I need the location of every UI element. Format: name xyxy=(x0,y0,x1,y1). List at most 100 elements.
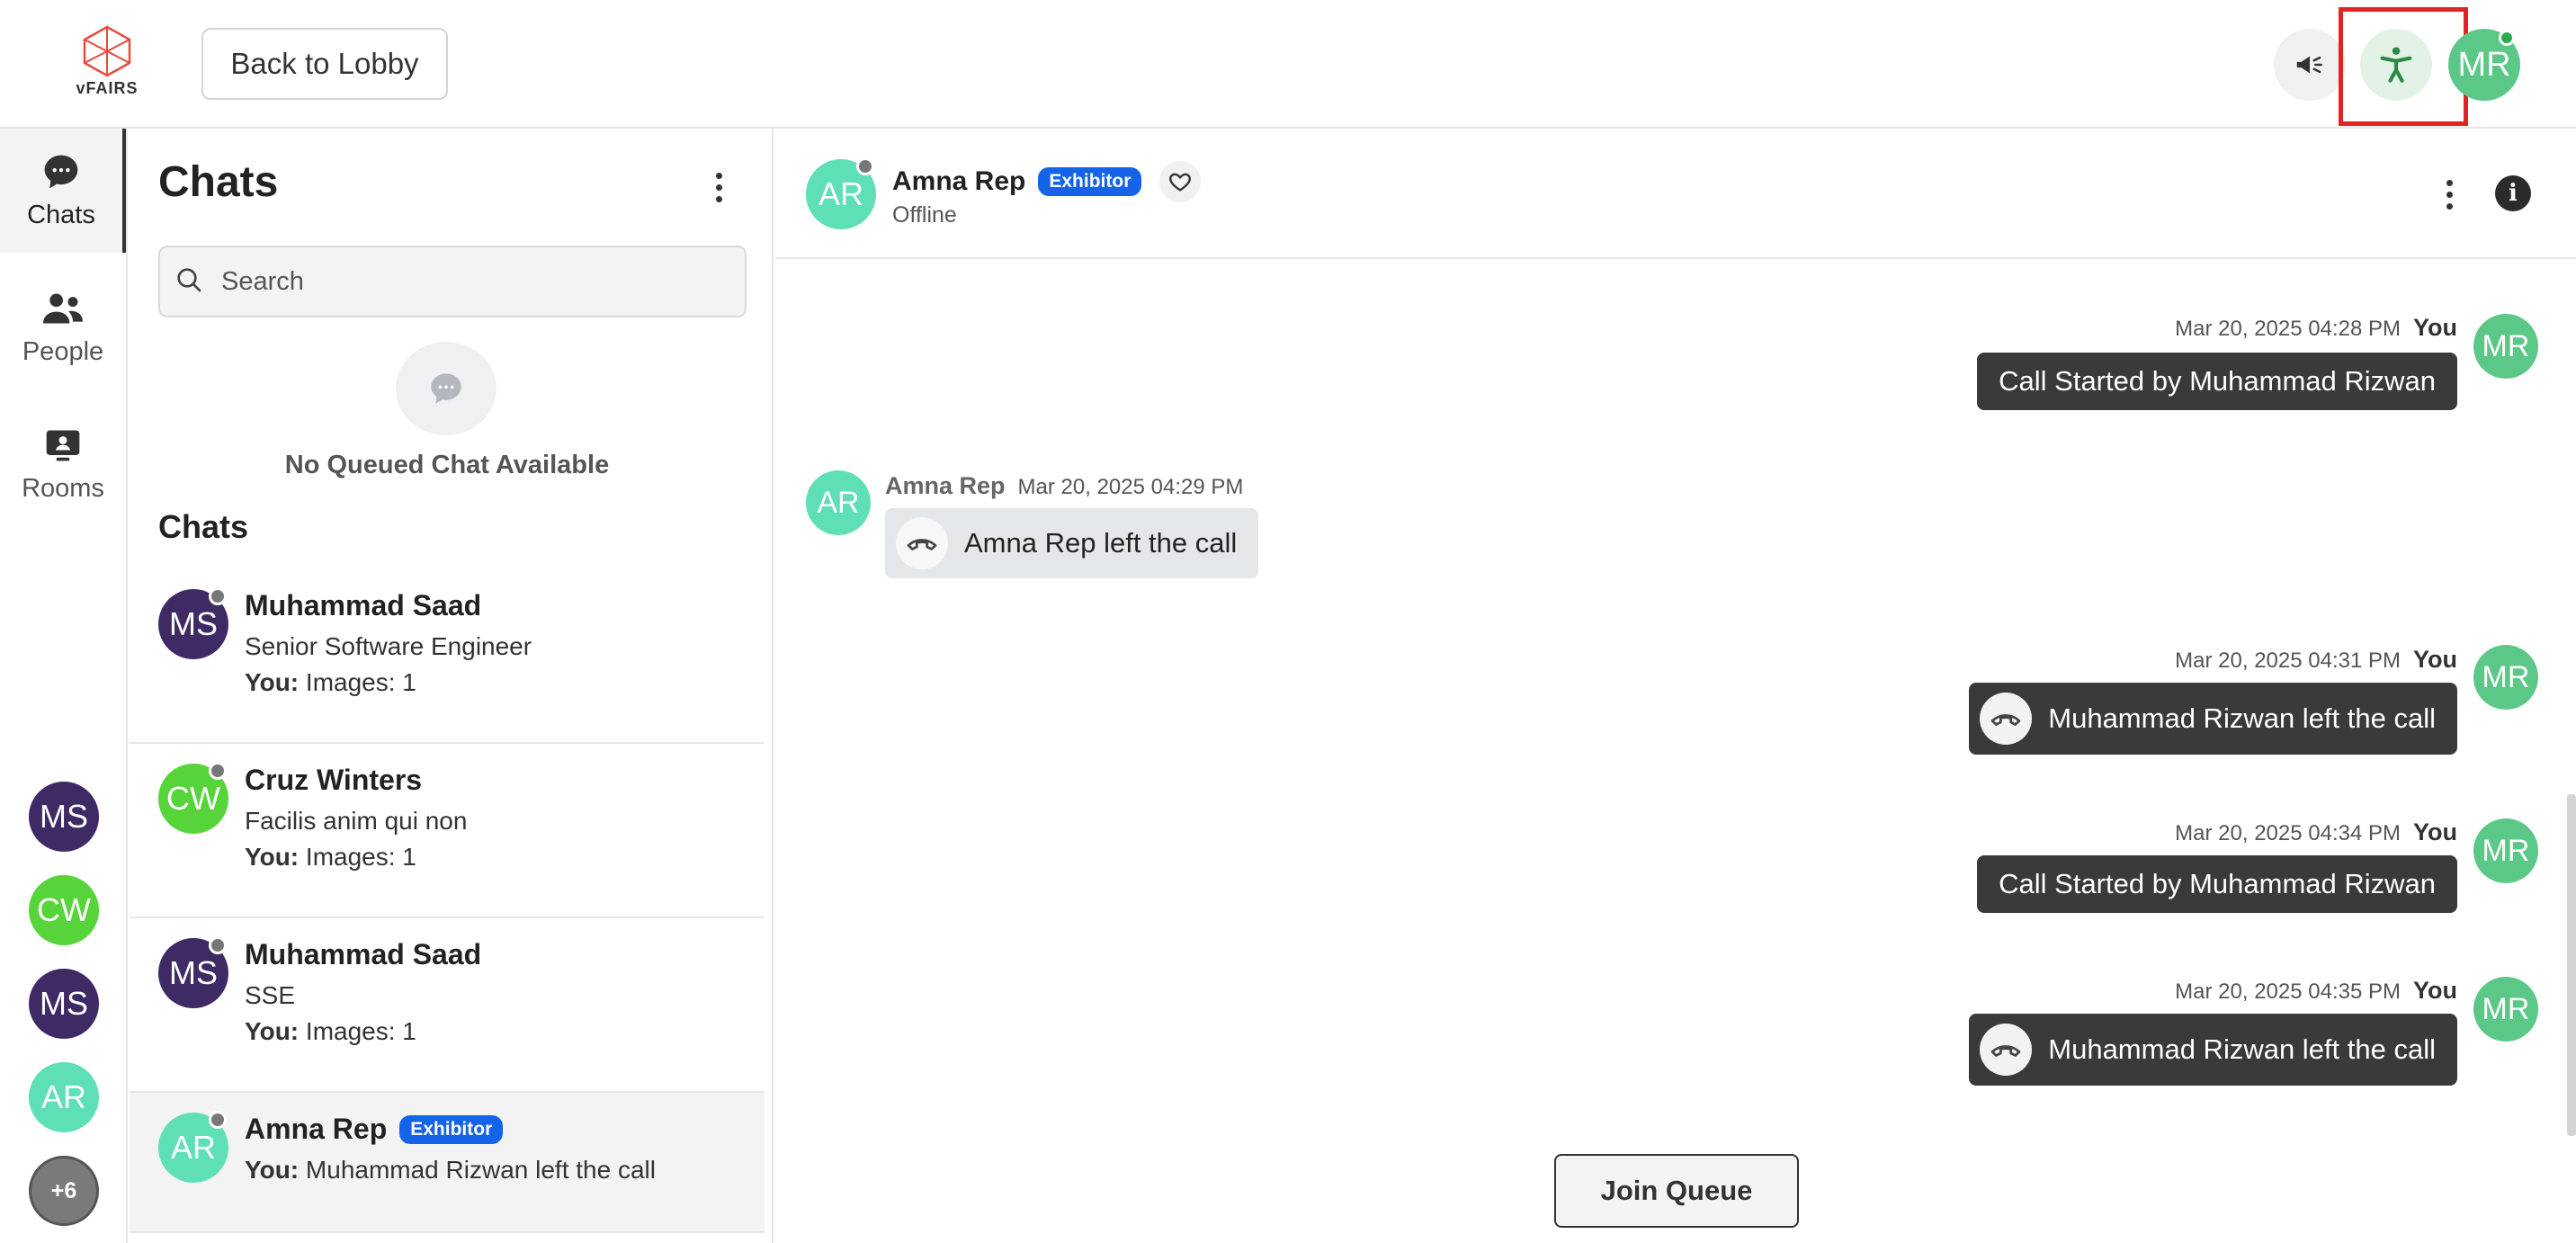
chats-menu-button[interactable] xyxy=(705,165,732,210)
phone-hangup-icon xyxy=(1990,1045,2021,1057)
chat-name-text: Cruz Winters xyxy=(245,764,423,796)
offline-status-dot xyxy=(209,762,227,780)
last-message-text: Images: 1 xyxy=(305,843,416,871)
message-timestamp: Mar 20, 2025 04:35 PM xyxy=(2175,979,2401,1004)
last-message-prefix: You: xyxy=(245,668,300,696)
kebab-dot xyxy=(715,183,722,191)
phone-hangup-icon xyxy=(907,539,937,550)
kebab-dot xyxy=(2446,191,2453,198)
message-avatar: AR xyxy=(806,470,871,535)
message-sender: You xyxy=(2413,977,2457,1004)
chats-section-title: Chats xyxy=(158,508,249,545)
chat-last-message: You: Images: 1 xyxy=(245,1017,416,1046)
last-message-text: Images: 1 xyxy=(305,668,416,696)
chats-panel: Chats No Queued Chat Available Chats MS … xyxy=(130,129,774,1243)
chat-name: Amna Rep Exhibitor xyxy=(245,1113,504,1146)
message-sender: You xyxy=(2413,646,2457,673)
last-message-prefix: You: xyxy=(245,1017,300,1045)
message-timestamp: Mar 20, 2025 04:28 PM xyxy=(2175,317,2401,341)
vfairs-logo[interactable]: vFAIRS xyxy=(76,25,139,103)
message-timestamp: Mar 20, 2025 04:29 PM xyxy=(1017,475,1244,499)
recent-contact-avatar[interactable]: MS xyxy=(29,969,99,1039)
nav-item-rooms[interactable]: Rooms xyxy=(0,402,126,526)
info-button[interactable]: i xyxy=(2495,175,2531,211)
message-sender: You xyxy=(2413,818,2457,845)
conversation-pane: AR Amna Rep Exhibitor Offline i Mar 20, … xyxy=(775,129,2576,1243)
chat-bubble-icon xyxy=(431,373,461,404)
chat-last-message: You: Images: 1 xyxy=(245,843,416,872)
chat-last-message: You: Images: 1 xyxy=(245,668,416,697)
phone-hangup-icon xyxy=(1990,714,2021,726)
message-meta: Mar 20, 2025 04:28 PM You xyxy=(2175,314,2457,342)
search-input[interactable] xyxy=(158,246,747,317)
chat-last-message: You: Muhammad Rizwan left the call xyxy=(245,1156,656,1185)
conversation-menu-button[interactable] xyxy=(2436,172,2463,217)
offline-status-dot xyxy=(209,936,227,954)
vfairs-logo-icon xyxy=(83,25,131,77)
contact-status: Offline xyxy=(892,202,957,228)
message-meta: Amna Rep Mar 20, 2025 04:29 PM xyxy=(885,472,1243,500)
chat-name: Cruz Winters xyxy=(245,764,422,797)
call-end-badge xyxy=(896,517,948,569)
nav-item-chats[interactable]: Chats xyxy=(0,129,126,253)
message-avatar: MR xyxy=(2473,818,2538,883)
chat-subtitle: Senior Software Engineer xyxy=(245,632,532,660)
recent-contact-avatar[interactable]: CW xyxy=(29,875,99,945)
message-text: Amna Rep left the call xyxy=(964,527,1238,559)
left-nav-rail: Chats People Rooms MS CW MS AR +6 xyxy=(0,129,128,1243)
message-avatar: MR xyxy=(2473,977,2538,1042)
kebab-dot xyxy=(2446,202,2453,210)
megaphone-icon xyxy=(2296,56,2322,74)
chat-name: Muhammad Saad xyxy=(245,589,481,622)
message-sender: Amna Rep xyxy=(885,472,1006,499)
chats-panel-title: Chats xyxy=(158,158,279,206)
chat-list-item[interactable]: CW Cruz Winters Facilis anim qui non You… xyxy=(130,744,765,918)
back-to-lobby-button[interactable]: Back to Lobby xyxy=(201,28,448,100)
nav-item-people[interactable]: People xyxy=(0,265,126,389)
chat-subtitle: SSE xyxy=(245,981,296,1009)
recent-contact-avatar[interactable]: AR xyxy=(29,1062,99,1132)
chat-subtitle: Facilis anim qui non xyxy=(245,807,468,835)
message-sender: You xyxy=(2413,314,2457,341)
message-text: Call Started by Muhammad Rizwan xyxy=(1999,365,2436,397)
chat-name: Muhammad Saad xyxy=(245,938,481,971)
chat-list-item[interactable]: MS Muhammad Saad Senior Software Enginee… xyxy=(130,569,765,744)
chat-name-text: Muhammad Saad xyxy=(245,589,482,622)
exhibitor-badge: Exhibitor xyxy=(399,1114,504,1144)
offline-status-dot xyxy=(209,1111,227,1129)
chat-name-text: Amna Rep xyxy=(245,1113,388,1145)
message-meta: Mar 20, 2025 04:34 PM You xyxy=(2175,818,2457,846)
recent-contact-avatar[interactable]: MS xyxy=(29,782,99,852)
message-avatar: MR xyxy=(2473,314,2538,379)
favorite-button[interactable] xyxy=(1159,161,1202,202)
kebab-dot xyxy=(715,172,722,179)
logo-text: vFAIRS xyxy=(76,79,139,97)
last-message-prefix: You: xyxy=(245,843,300,871)
contact-name: Amna Rep Exhibitor xyxy=(892,161,1202,202)
message-meta: Mar 20, 2025 04:35 PM You xyxy=(2175,977,2457,1005)
call-end-badge xyxy=(1980,1024,2033,1076)
message-bubble: Call Started by Muhammad Rizwan xyxy=(1977,353,2457,410)
chat-name-text: Muhammad Saad xyxy=(245,938,482,970)
chat-list-item-selected[interactable]: AR Amna Rep Exhibitor You: Muhammad Rizw… xyxy=(130,1093,765,1233)
join-queue-button[interactable]: Join Queue xyxy=(1554,1154,1799,1228)
message-text: Muhammad Rizwan left the call xyxy=(2048,702,2436,734)
message-timestamp: Mar 20, 2025 04:34 PM xyxy=(2175,821,2401,845)
heart-icon xyxy=(1169,173,1192,192)
offline-status-dot xyxy=(856,157,874,175)
message-timestamp: Mar 20, 2025 04:31 PM xyxy=(2175,648,2401,673)
more-contacts-button[interactable]: +6 xyxy=(29,1156,99,1226)
message-text: Muhammad Rizwan left the call xyxy=(2048,1033,2436,1065)
chat-list-item[interactable]: MS Muhammad Saad SSE You: Images: 1 xyxy=(130,918,765,1093)
nav-label-chats: Chats xyxy=(27,200,95,229)
exhibitor-badge: Exhibitor xyxy=(1038,167,1142,196)
nav-label-people: People xyxy=(22,336,104,366)
call-end-badge xyxy=(1980,693,2033,745)
last-message-prefix: You: xyxy=(245,1156,300,1184)
announcements-button[interactable] xyxy=(2274,29,2346,101)
conversation-scrollbar[interactable] xyxy=(2567,794,2576,1136)
message-bubble: Call Started by Muhammad Rizwan xyxy=(1977,855,2457,913)
contact-name-text: Amna Rep xyxy=(892,166,1026,196)
chat-bubble-icon xyxy=(44,155,78,188)
kebab-dot xyxy=(715,195,722,202)
